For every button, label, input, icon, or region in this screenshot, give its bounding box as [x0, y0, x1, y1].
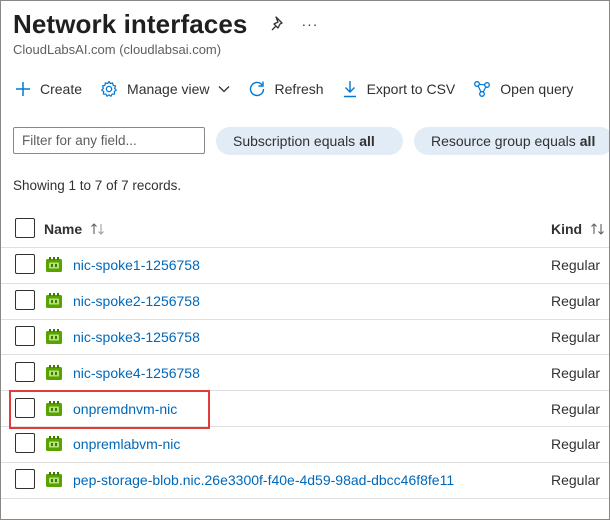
resource-kind: Regular [551, 293, 601, 310]
subscription-filter-label: Subscription equals [233, 133, 356, 149]
download-icon [343, 81, 356, 98]
column-name-label: Name [44, 221, 83, 237]
resource-name-link[interactable]: nic-spoke1-1256758 [73, 257, 200, 273]
network-interface-icon [46, 293, 62, 309]
export-csv-label: Export to CSV [366, 81, 456, 97]
open-query-label: Open query [500, 81, 574, 97]
column-header-name[interactable]: Name [44, 221, 106, 237]
network-interface-icon [46, 328, 62, 344]
column-header-kind[interactable]: Kind [551, 221, 606, 237]
resource-table: Name Kind nic-spoke1-1256758 Regular nic… [1, 210, 609, 499]
resource-kind: Regular [551, 364, 601, 381]
resource-group-filter-value: all [579, 133, 596, 149]
network-interface-icon [46, 400, 62, 416]
network-interface-icon [46, 472, 62, 488]
create-button[interactable]: Create [15, 81, 82, 97]
resource-kind: Regular [551, 328, 601, 345]
resource-name-link[interactable]: onpremlabvm-nic [73, 436, 180, 452]
table-row: pep-storage-blob.nic.26e3300f-f40e-4d59-… [1, 463, 609, 499]
open-query-button[interactable]: Open query [473, 80, 573, 98]
resource-name-link[interactable]: onpremdnvm-nic [73, 401, 177, 417]
refresh-button[interactable]: Refresh [248, 80, 324, 98]
table-row: nic-spoke2-1256758 Regular [1, 284, 609, 320]
add-icon [16, 82, 30, 96]
row-checkbox[interactable] [15, 469, 35, 490]
page-title: Network interfaces [13, 8, 248, 39]
column-kind-label: Kind [551, 221, 583, 237]
resource-name-link[interactable]: nic-spoke3-1256758 [73, 329, 200, 345]
resource-group-filter-pill[interactable]: Resource group equals all [414, 127, 609, 155]
table-header: Name Kind [1, 210, 609, 248]
table-row: nic-spoke1-1256758 Regular [1, 248, 609, 284]
directory-subtitle: CloudLabsAI.com (cloudlabsai.com) [13, 42, 222, 57]
network-interface-icon [46, 436, 62, 452]
table-row: onpremdnvm-nic Regular [1, 391, 609, 427]
resource-kind: Regular [551, 472, 601, 489]
records-count: Showing 1 to 7 of 7 records. [13, 178, 182, 193]
sort-icon [591, 223, 604, 235]
manage-view-label: Manage view [127, 81, 210, 97]
network-interface-icon [46, 257, 62, 273]
chevron-down-icon [218, 86, 229, 93]
table-row: nic-spoke3-1256758 Regular [1, 320, 609, 356]
resource-name-link[interactable]: pep-storage-blob.nic.26e3300f-f40e-4d59-… [73, 472, 454, 488]
resource-kind: Regular [551, 436, 601, 453]
refresh-label: Refresh [274, 81, 324, 97]
query-icon [474, 81, 491, 97]
table-row: nic-spoke4-1256758 Regular [1, 355, 609, 392]
resource-kind: Regular [551, 400, 601, 417]
row-checkbox[interactable] [15, 397, 35, 418]
row-checkbox[interactable] [15, 433, 35, 454]
command-bar: Create Manage view Refresh Export to CSV [15, 77, 591, 101]
row-checkbox[interactable] [15, 361, 35, 382]
row-checkbox[interactable] [15, 325, 35, 346]
title-row: Network interfaces ··· [13, 7, 318, 41]
gear-icon [101, 80, 117, 97]
create-label: Create [40, 81, 83, 97]
page-frame: Network interfaces ··· CloudLabsAI.com (… [0, 0, 610, 520]
pin-icon[interactable] [269, 15, 287, 33]
network-interface-icon [46, 364, 62, 380]
refresh-icon [249, 81, 264, 97]
sort-icon [91, 223, 105, 235]
subscription-filter-pill[interactable]: Subscription equals all [216, 127, 403, 155]
export-csv-button[interactable]: Export to CSV [342, 80, 456, 98]
manage-view-button[interactable]: Manage view [100, 80, 230, 98]
subscription-filter-value: all [359, 133, 375, 149]
resource-kind: Regular [551, 257, 601, 274]
resource-name-link[interactable]: nic-spoke2-1256758 [73, 293, 200, 309]
more-options-icon[interactable]: ··· [301, 17, 318, 31]
resource-group-filter-label: Resource group equals [431, 133, 576, 149]
select-all-checkbox[interactable] [15, 217, 35, 238]
resource-name-link[interactable]: nic-spoke4-1256758 [73, 365, 200, 381]
filter-input[interactable] [13, 127, 205, 154]
row-checkbox[interactable] [15, 254, 35, 275]
row-checkbox[interactable] [15, 290, 35, 311]
table-row: onpremlabvm-nic Regular [1, 427, 609, 463]
